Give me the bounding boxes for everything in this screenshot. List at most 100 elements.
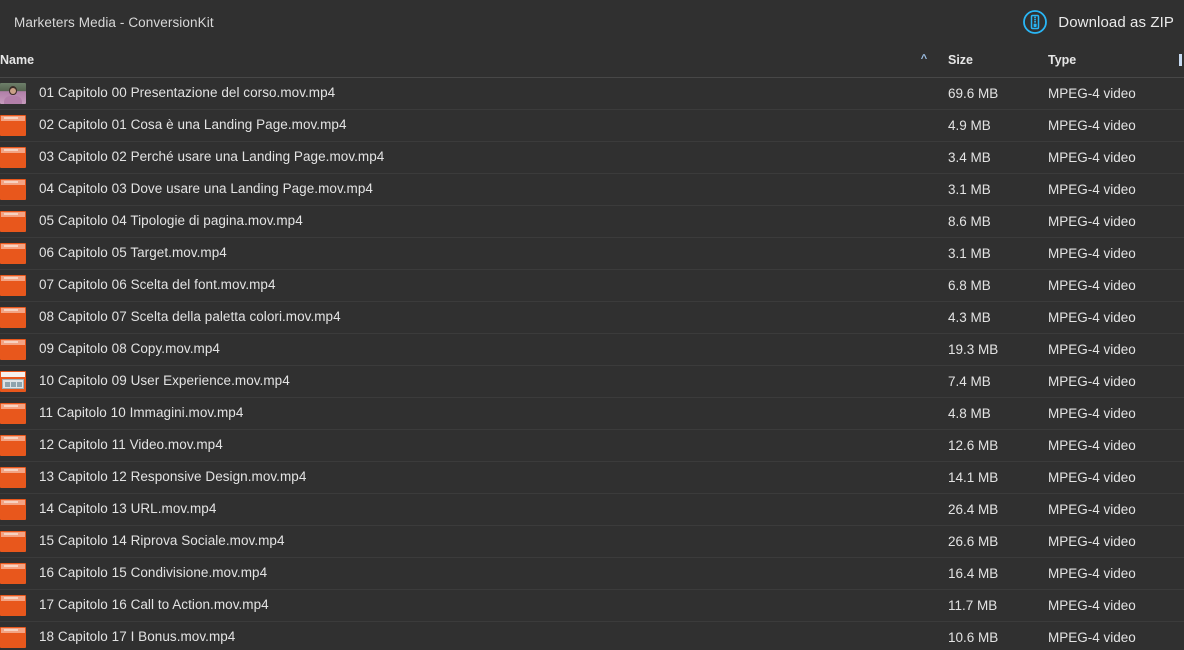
video-file-icon: [0, 402, 26, 424]
file-size-cell: 26.6 MB: [948, 525, 1048, 558]
row-spacer-cell: [900, 365, 948, 398]
file-name-label: 01 Capitolo 00 Presentazione del corso.m…: [39, 85, 336, 101]
file-list-container: Name ^ Size Type 01 Capitolo 00 Presenta…: [0, 44, 1184, 650]
file-name-label: 13 Capitolo 12 Responsive Design.mov.mp4: [39, 469, 307, 485]
sort-indicator-cell[interactable]: ^: [900, 44, 948, 78]
file-name-label: 10 Capitolo 09 User Experience.mov.mp4: [39, 373, 290, 389]
file-name-cell[interactable]: 03 Capitolo 02 Perché usare una Landing …: [0, 141, 900, 174]
file-list-table: Name ^ Size Type 01 Capitolo 00 Presenta…: [0, 44, 1184, 650]
file-name-cell[interactable]: 11 Capitolo 10 Immagini.mov.mp4: [0, 397, 900, 430]
table-header-row: Name ^ Size Type: [0, 44, 1184, 78]
file-name-cell[interactable]: 17 Capitolo 16 Call to Action.mov.mp4: [0, 589, 900, 622]
sort-ascending-icon: ^: [920, 52, 928, 65]
file-name-cell[interactable]: 16 Capitolo 15 Condivisione.mov.mp4: [0, 557, 900, 590]
file-name-cell[interactable]: 05 Capitolo 04 Tipologie di pagina.mov.m…: [0, 205, 900, 238]
file-name-cell[interactable]: 04 Capitolo 03 Dove usare una Landing Pa…: [0, 173, 900, 206]
file-size-cell: 8.6 MB: [948, 205, 1048, 238]
table-row[interactable]: 01 Capitolo 00 Presentazione del corso.m…: [0, 77, 1184, 110]
table-row[interactable]: 13 Capitolo 12 Responsive Design.mov.mp4…: [0, 461, 1184, 494]
file-type-cell: MPEG-4 video: [1048, 397, 1178, 430]
column-header-truncated[interactable]: [1178, 44, 1184, 78]
table-row[interactable]: 12 Capitolo 11 Video.mov.mp4 12.6 MB MPEG-…: [0, 429, 1184, 462]
file-name-cell[interactable]: 07 Capitolo 06 Scelta del font.mov.mp4: [0, 269, 900, 302]
column-header-name[interactable]: Name: [0, 44, 900, 78]
video-file-icon: [0, 306, 26, 328]
photo-thumbnail: [0, 82, 26, 104]
file-name-label: 08 Capitolo 07 Scelta della paletta colo…: [39, 309, 341, 325]
table-row[interactable]: 11 Capitolo 10 Immagini.mov.mp4 4.8 MB MPE…: [0, 397, 1184, 430]
file-type-cell: MPEG-4 video: [1048, 173, 1178, 206]
zip-download-icon: [1022, 9, 1048, 35]
file-name-cell[interactable]: 18 Capitolo 17 I Bonus.mov.mp4: [0, 621, 900, 650]
file-name-label: 12 Capitolo 11 Video.mov.mp4: [39, 437, 223, 453]
file-type-cell: MPEG-4 video: [1048, 77, 1178, 110]
video-file-icon: [0, 530, 26, 552]
file-type-cell: MPEG-4 video: [1048, 109, 1178, 142]
video-file-icon: [0, 338, 26, 360]
table-row[interactable]: 14 Capitolo 13 URL.mov.mp4 26.4 MB MPEG-4 …: [0, 493, 1184, 526]
file-name-cell[interactable]: 14 Capitolo 13 URL.mov.mp4: [0, 493, 900, 526]
table-row[interactable]: 05 Capitolo 04 Tipologie di pagina.mov.m…: [0, 205, 1184, 238]
table-row[interactable]: 17 Capitolo 16 Call to Action.mov.mp4 11.…: [0, 589, 1184, 622]
row-spacer-cell: [900, 77, 948, 110]
video-file-icon: [0, 594, 26, 616]
table-row[interactable]: 10 Capitolo 09 User Experience.mov.mp4 7.…: [0, 365, 1184, 398]
file-name-cell[interactable]: 15 Capitolo 14 Riprova Sociale.mov.mp4: [0, 525, 900, 558]
file-truncated-cell: [1178, 461, 1184, 494]
file-type-cell: MPEG-4 video: [1048, 237, 1178, 270]
file-truncated-cell: [1178, 237, 1184, 270]
table-row[interactable]: 15 Capitolo 14 Riprova Sociale.mov.mp4 26…: [0, 525, 1184, 558]
download-as-zip-label: Download as ZIP: [1058, 13, 1174, 31]
row-spacer-cell: [900, 109, 948, 142]
file-name-cell[interactable]: 08 Capitolo 07 Scelta della paletta colo…: [0, 301, 900, 334]
table-row[interactable]: 04 Capitolo 03 Dove usare una Landing Pa…: [0, 173, 1184, 206]
truncated-column-sliver: [1179, 54, 1182, 67]
file-type-cell: MPEG-4 video: [1048, 589, 1178, 622]
file-name-cell[interactable]: 06 Capitolo 05 Target.mov.mp4: [0, 237, 900, 270]
table-row[interactable]: 06 Capitolo 05 Target.mov.mp4 3.1 MB MPEG-…: [0, 237, 1184, 270]
table-row[interactable]: 03 Capitolo 02 Perché usare una Landing …: [0, 141, 1184, 174]
table-row[interactable]: 16 Capitolo 15 Condivisione.mov.mp4 16.4 …: [0, 557, 1184, 590]
file-name-cell[interactable]: 09 Capitolo 08 Copy.mov.mp4: [0, 333, 900, 366]
row-spacer-cell: [900, 397, 948, 430]
row-spacer-cell: [900, 269, 948, 302]
row-spacer-cell: [900, 461, 948, 494]
file-type-cell: MPEG-4 video: [1048, 365, 1178, 398]
file-size-cell: 3.1 MB: [948, 173, 1048, 206]
table-row[interactable]: 08 Capitolo 07 Scelta della paletta colo…: [0, 301, 1184, 334]
row-spacer-cell: [900, 429, 948, 462]
video-file-icon: [0, 114, 26, 136]
row-spacer-cell: [900, 525, 948, 558]
file-name-label: 16 Capitolo 15 Condivisione.mov.mp4: [39, 565, 268, 581]
file-type-cell: MPEG-4 video: [1048, 493, 1178, 526]
file-truncated-cell: [1178, 269, 1184, 302]
file-size-cell: 26.4 MB: [948, 493, 1048, 526]
file-truncated-cell: [1178, 205, 1184, 238]
file-size-cell: 3.1 MB: [948, 237, 1048, 270]
file-size-cell: 6.8 MB: [948, 269, 1048, 302]
table-body: 01 Capitolo 00 Presentazione del corso.m…: [0, 77, 1184, 650]
file-name-cell[interactable]: 10 Capitolo 09 User Experience.mov.mp4: [0, 365, 900, 398]
file-type-cell: MPEG-4 video: [1048, 525, 1178, 558]
file-name-cell[interactable]: 13 Capitolo 12 Responsive Design.mov.mp4: [0, 461, 900, 494]
table-row[interactable]: 07 Capitolo 06 Scelta del font.mov.mp4 6.…: [0, 269, 1184, 302]
table-row[interactable]: 18 Capitolo 17 I Bonus.mov.mp4 10.6 MB MPE…: [0, 621, 1184, 650]
file-name-cell[interactable]: 02 Capitolo 01 Cosa è una Landing Page.m…: [0, 109, 900, 142]
row-spacer-cell: [900, 301, 948, 334]
video-file-icon: [0, 210, 26, 232]
table-row[interactable]: 09 Capitolo 08 Copy.mov.mp4 19.3 MB MPEG-4…: [0, 333, 1184, 366]
row-spacer-cell: [900, 205, 948, 238]
file-name-label: 14 Capitolo 13 URL.mov.mp4: [39, 501, 217, 517]
file-name-cell[interactable]: 12 Capitolo 11 Video.mov.mp4: [0, 429, 900, 462]
video-file-icon: [0, 434, 26, 456]
row-spacer-cell: [900, 621, 948, 650]
column-header-size[interactable]: Size: [948, 44, 1048, 78]
column-header-type[interactable]: Type: [1048, 44, 1178, 78]
download-as-zip-button[interactable]: Download as ZIP: [1016, 6, 1176, 38]
file-name-cell[interactable]: 01 Capitolo 00 Presentazione del corso.m…: [0, 77, 900, 110]
video-file-icon: [0, 466, 26, 488]
table-row[interactable]: 02 Capitolo 01 Cosa è una Landing Page.m…: [0, 109, 1184, 142]
file-truncated-cell: [1178, 621, 1184, 650]
video-file-icon: [0, 562, 26, 584]
video-file-icon: [0, 626, 26, 648]
